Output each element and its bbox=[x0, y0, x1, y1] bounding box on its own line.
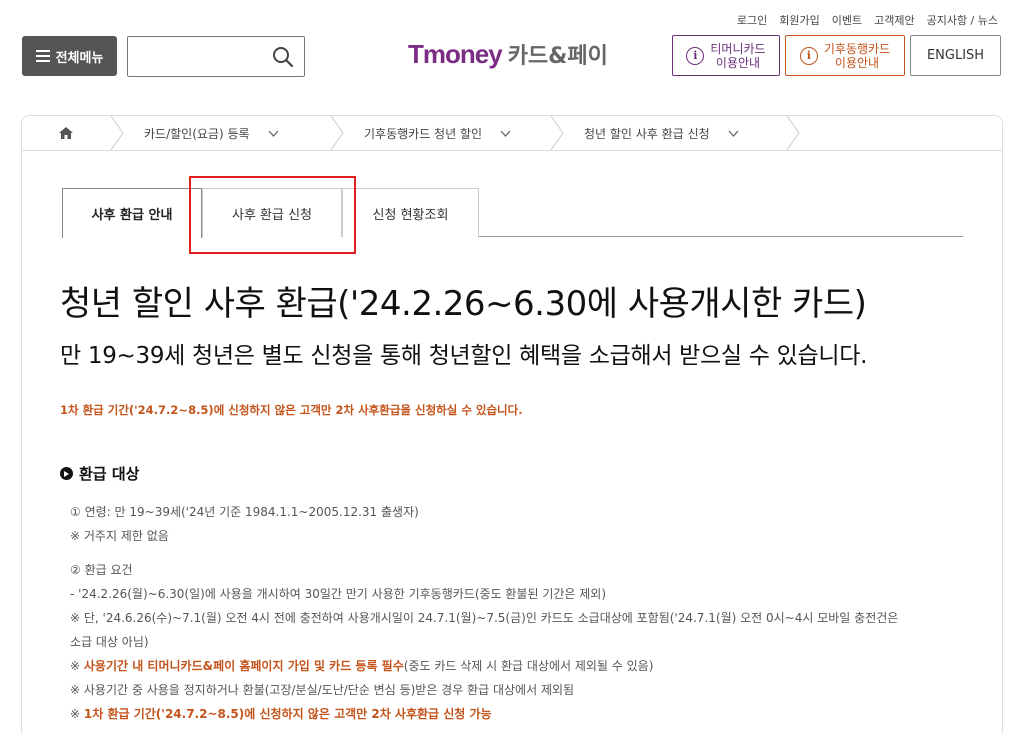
english-label: ENGLISH bbox=[926, 47, 985, 63]
breadcrumb-item-refund-apply[interactable]: 청년 할인 사후 환급 신청 bbox=[550, 116, 800, 150]
search-input[interactable] bbox=[127, 36, 305, 77]
climate-guide-line1: 기후동행카드 bbox=[823, 41, 891, 56]
climate-card-guide-button[interactable]: i 기후동행카드 이용안내 bbox=[785, 35, 905, 76]
tmoney-guide-line1: 티머니카드 bbox=[710, 41, 766, 56]
suggestion-link[interactable]: 고객제안 bbox=[874, 12, 914, 28]
breadcrumb-label: 기후동행카드 청년 할인 bbox=[364, 126, 483, 141]
list-prefix: ※ bbox=[70, 707, 84, 721]
info-icon: i bbox=[799, 46, 818, 65]
tmoney-guide-line2: 이용안내 bbox=[715, 55, 761, 70]
notice-text: 1차 환급 기간('24.7.2~8.5)에 신청하지 않은 고객만 2차 사후… bbox=[60, 403, 523, 417]
crumb-separator-icon bbox=[786, 116, 800, 150]
notice-news-link[interactable]: 공지사항 / 뉴스 bbox=[927, 12, 998, 28]
page-subtitle: 만 19~39세 청년은 별도 신청을 통해 청년할인 혜택을 소급해서 받으실… bbox=[60, 343, 868, 369]
list-item: ② 환급 요건 bbox=[70, 563, 133, 577]
breadcrumb-label: 카드/할인(요금) 등록 bbox=[144, 126, 250, 141]
home-crumb[interactable] bbox=[22, 116, 110, 150]
crumb-separator-icon bbox=[330, 116, 344, 150]
signup-link[interactable]: 회원가입 bbox=[779, 12, 819, 28]
search-icon[interactable] bbox=[272, 46, 294, 68]
utility-nav: 로그인 회원가입 이벤트 고객제안 공지사항 / 뉴스 bbox=[737, 12, 998, 28]
info-icon: i bbox=[686, 46, 705, 65]
list-item: ※ 거주지 제한 없음 bbox=[70, 529, 169, 543]
list-strong-text: 1차 환급 기간('24.7.2~8.5)에 신청하지 않은 고객만 2차 사후… bbox=[83, 707, 492, 721]
list-item: ※ 1차 환급 기간('24.7.2~8.5)에 신청하지 않은 고객만 2차 … bbox=[70, 705, 492, 722]
breadcrumb: 카드/할인(요금) 등록 기후동행카드 청년 할인 청년 할인 사후 환급 신청 bbox=[22, 116, 1002, 151]
crumb-separator-icon bbox=[550, 116, 564, 150]
list-item: ※ 사용기간 중 사용을 정지하거나 환불(고장/분실/도난/단순 변심 등)받… bbox=[70, 683, 575, 697]
list-strong-text: 사용기간 내 티머니카드&페이 홈페이지 가입 및 카드 등록 필수 bbox=[83, 659, 404, 673]
crumb-separator-icon bbox=[110, 116, 124, 150]
list-item: ※ 단, '24.6.26(수)~7.1(월) 오전 4시 전에 충전하여 사용… bbox=[70, 611, 899, 625]
tab-status-inquiry[interactable]: 신청 현황조회 bbox=[342, 188, 479, 237]
list-item: ① 연령: 만 19~39세('24년 기준 1984.1.1~2005.12.… bbox=[70, 505, 419, 519]
event-link[interactable]: 이벤트 bbox=[832, 12, 862, 28]
logo-subtext: 카드&페이 bbox=[507, 44, 608, 69]
list-item: ※ 사용기간 내 티머니카드&페이 홈페이지 가입 및 카드 등록 필수(중도 … bbox=[70, 657, 653, 674]
list-item: 소급 대상 아님) bbox=[70, 635, 149, 649]
chevron-down-icon bbox=[500, 130, 511, 137]
tab-label: 신청 현황조회 bbox=[372, 207, 449, 223]
page-title: 청년 할인 사후 환급('24.2.26~6.30에 사용개시한 카드) bbox=[60, 284, 867, 324]
section-heading: 환급 대상 bbox=[60, 463, 139, 484]
hamburger-icon bbox=[35, 50, 50, 62]
login-link[interactable]: 로그인 bbox=[737, 12, 767, 28]
logo-text: Tmoney bbox=[408, 39, 503, 69]
tab-label: 사후 환급 안내 bbox=[91, 208, 173, 223]
tab-refund-guide[interactable]: 사후 환급 안내 bbox=[62, 188, 202, 238]
home-icon bbox=[59, 127, 73, 139]
content-panel: 카드/할인(요금) 등록 기후동행카드 청년 할인 청년 할인 사후 환급 신청… bbox=[21, 115, 1003, 733]
english-button[interactable]: ENGLISH bbox=[910, 35, 1001, 76]
list-item: - '24.2.26(월)~6.30(일)에 사용을 개시하여 30일간 만기 … bbox=[70, 587, 607, 601]
highlight-box bbox=[189, 176, 356, 254]
list-prefix: ※ bbox=[70, 659, 84, 673]
section-title: 환급 대상 bbox=[79, 465, 140, 483]
breadcrumb-item-climate-youth[interactable]: 기후동행카드 청년 할인 bbox=[330, 116, 550, 150]
all-menu-label: 전체메뉴 bbox=[55, 50, 104, 66]
tmoney-logo[interactable]: Tmoney 카드&페이 bbox=[408, 38, 608, 70]
chevron-down-icon bbox=[728, 130, 739, 137]
list-rest-text: (중도 카드 삭제 시 환급 대상에서 제외될 수 있음) bbox=[403, 659, 654, 673]
chevron-down-icon bbox=[268, 130, 279, 137]
breadcrumb-label: 청년 할인 사후 환급 신청 bbox=[584, 126, 710, 141]
arrow-bullet-icon bbox=[60, 467, 73, 480]
climate-guide-line2: 이용안내 bbox=[834, 55, 880, 70]
breadcrumb-item-card-discount[interactable]: 카드/할인(요금) 등록 bbox=[110, 116, 330, 150]
tmoney-card-guide-button[interactable]: i 티머니카드 이용안내 bbox=[672, 35, 780, 76]
all-menu-button[interactable]: 전체메뉴 bbox=[22, 36, 117, 76]
